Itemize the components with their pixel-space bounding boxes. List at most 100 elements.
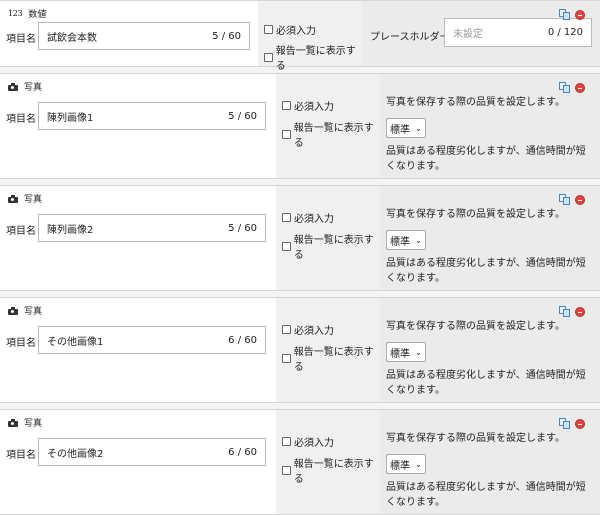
required-label: 必須入力 (294, 214, 334, 225)
show-in-list-label: 報告一覧に表示する (275, 46, 356, 72)
quality-select[interactable]: 標準 ⌄ (386, 454, 426, 474)
required-label: 必須入力 (276, 26, 316, 37)
field-card: 写真項目名 陳列画像2 5 / 60 必須入力報告一覧に表示する 写真を保存する際の品質… (0, 185, 600, 291)
show-in-list-label: 報告一覧に表示する (293, 347, 374, 373)
required-label: 必須入力 (294, 326, 334, 337)
quality-description: 写真を保存する際の品質を設定します。 (386, 321, 565, 332)
checkbox[interactable] (282, 213, 291, 222)
form-field-editor: 123 数値 項目名 試飲会本数 5 / 60 必須入力 報告一覧に表示する プレースホルダー… (0, 0, 600, 515)
item-name-label: 項目名 (6, 114, 36, 125)
checkbox[interactable] (282, 241, 291, 251)
copy-icon[interactable] (559, 194, 571, 206)
checkbox[interactable] (264, 52, 273, 62)
delete-icon[interactable] (575, 10, 585, 20)
quality-description: 写真を保存する際の品質を設定します。 (386, 433, 565, 444)
item-name-input[interactable]: 試飲会本数 5 / 60 (38, 22, 250, 50)
quality-note: 品質はある程度劣化しますが、通信時間が短くなります。 (386, 482, 586, 508)
item-name-input[interactable]: 陳列画像1 5 / 60 (38, 102, 266, 130)
field-type-name: 写真 (24, 195, 43, 205)
field-type-label: 写真 (8, 80, 42, 93)
item-name-char-count: 6 / 60 (228, 446, 257, 458)
checkbox[interactable] (282, 101, 291, 110)
camera-icon (8, 418, 18, 427)
show-in-list-label: 報告一覧に表示する (293, 459, 374, 485)
item-name-value: 陳列画像2 (47, 224, 94, 236)
required-checkbox[interactable]: 必須入力 (282, 210, 334, 225)
field-card: 写真 項目名 その他画像1 6 / 60 必須入力 報告一覧に表示する 写真を保存する際の品… (0, 297, 600, 403)
required-label: 必須入力 (294, 102, 334, 113)
chevron-down-icon: ⌄ (415, 235, 422, 245)
checkbox[interactable] (282, 129, 291, 139)
field-options: 必須入力報告一覧に表示する (258, 1, 362, 72)
item-name-value: その他画像2 (47, 448, 104, 460)
field-card: 写真 項目名 陳列画像1 5 / 60 必須入力 報告一覧に表示する 写真を保存する際の品質… (0, 73, 600, 179)
item-name-input[interactable]: その他画像2 6 / 60 (38, 438, 266, 466)
show-in-list-checkbox[interactable]: 報告一覧に表示する (282, 343, 380, 373)
required-checkbox[interactable]: 必須入力 (282, 98, 334, 113)
item-name-char-count: 5 / 60 (228, 110, 257, 122)
quality-note: 品質はある程度劣化しますが、通信時間が短くなります。 (386, 258, 586, 284)
copy-icon[interactable] (559, 418, 571, 430)
item-name-char-count: 6 / 60 (228, 334, 257, 346)
required-checkbox[interactable]: 必須入力 (282, 434, 334, 449)
quality-description: 写真を保存する際の品質を設定します。 (386, 97, 565, 108)
item-name-value: 試飲会本数 (47, 32, 97, 44)
checkbox[interactable] (282, 353, 291, 363)
field-type-label: 123 数値 (8, 7, 46, 20)
show-in-list-label: 報告一覧に表示する (293, 235, 374, 261)
field-type-label: 写真 (8, 192, 42, 205)
field-type-label: 写真 (8, 304, 42, 317)
field-type-name: 写真 (24, 83, 43, 93)
camera-icon (8, 194, 18, 203)
required-checkbox[interactable]: 必須入力 (264, 22, 316, 37)
chevron-down-icon: ⌄ (415, 347, 422, 357)
field-options: 必須入力報告一覧に表示する (276, 298, 380, 402)
copy-icon[interactable] (559, 82, 571, 94)
show-in-list-checkbox[interactable]: 報告一覧に表示する (282, 455, 380, 485)
quality-note: 品質はある程度劣化しますが、通信時間が短くなります。 (386, 146, 586, 172)
delete-icon[interactable] (575, 195, 585, 205)
checkbox[interactable] (264, 25, 273, 34)
placeholder-input[interactable]: 未設定 0 / 120 (444, 18, 592, 47)
camera-icon (8, 82, 18, 91)
item-name-input[interactable]: 陳列画像2 5 / 60 (38, 214, 266, 242)
show-in-list-checkbox[interactable]: 報告一覧に表示する (282, 231, 380, 261)
checkbox[interactable] (282, 437, 291, 446)
delete-icon[interactable] (575, 83, 585, 93)
number-icon: 123 (8, 9, 23, 18)
checkbox[interactable] (282, 325, 291, 334)
required-checkbox[interactable]: 必須入力 (282, 322, 334, 337)
delete-icon[interactable] (575, 419, 585, 429)
placeholder-label: プレースホルダー (370, 32, 450, 43)
field-options: 必須入力報告一覧に表示する (276, 410, 380, 514)
placeholder-char-count: 0 / 120 (547, 27, 583, 38)
item-name-label: 項目名 (6, 226, 36, 237)
item-name-label: 項目名 (6, 450, 36, 461)
item-name-input[interactable]: その他画像1 6 / 60 (38, 326, 266, 354)
copy-icon[interactable] (559, 306, 571, 318)
field-options: 必須入力報告一覧に表示する (276, 74, 380, 178)
item-name-char-count: 5 / 60 (212, 30, 241, 42)
chevron-down-icon: ⌄ (415, 459, 422, 469)
quality-select[interactable]: 標準 ⌄ (386, 118, 426, 138)
show-in-list-checkbox[interactable]: 報告一覧に表示する (264, 42, 362, 72)
chevron-down-icon: ⌄ (415, 123, 422, 133)
quality-select-value: 標準 (390, 236, 410, 248)
field-card: 123 数値 項目名 試飲会本数 5 / 60 必須入力 報告一覧に表示する プレースホルダー… (0, 0, 600, 72)
quality-select-value: 標準 (390, 460, 410, 472)
checkbox[interactable] (282, 465, 291, 475)
copy-icon[interactable] (559, 9, 571, 21)
delete-icon[interactable] (575, 307, 585, 317)
item-name-label: 項目名 (6, 34, 36, 45)
quality-note: 品質はある程度劣化しますが、通信時間が短くなります。 (386, 370, 586, 396)
quality-select[interactable]: 標準 ⌄ (386, 230, 426, 250)
camera-icon (8, 306, 18, 315)
item-name-label: 項目名 (6, 338, 36, 349)
quality-description: 写真を保存する際の品質を設定します。 (386, 209, 565, 220)
show-in-list-label: 報告一覧に表示する (293, 123, 374, 149)
field-type-label: 写真 (8, 416, 42, 429)
field-type-name: 写真 (24, 419, 43, 429)
quality-select[interactable]: 標準 ⌄ (386, 342, 426, 362)
show-in-list-checkbox[interactable]: 報告一覧に表示する (282, 119, 380, 149)
field-type-name: 写真 (24, 307, 43, 317)
